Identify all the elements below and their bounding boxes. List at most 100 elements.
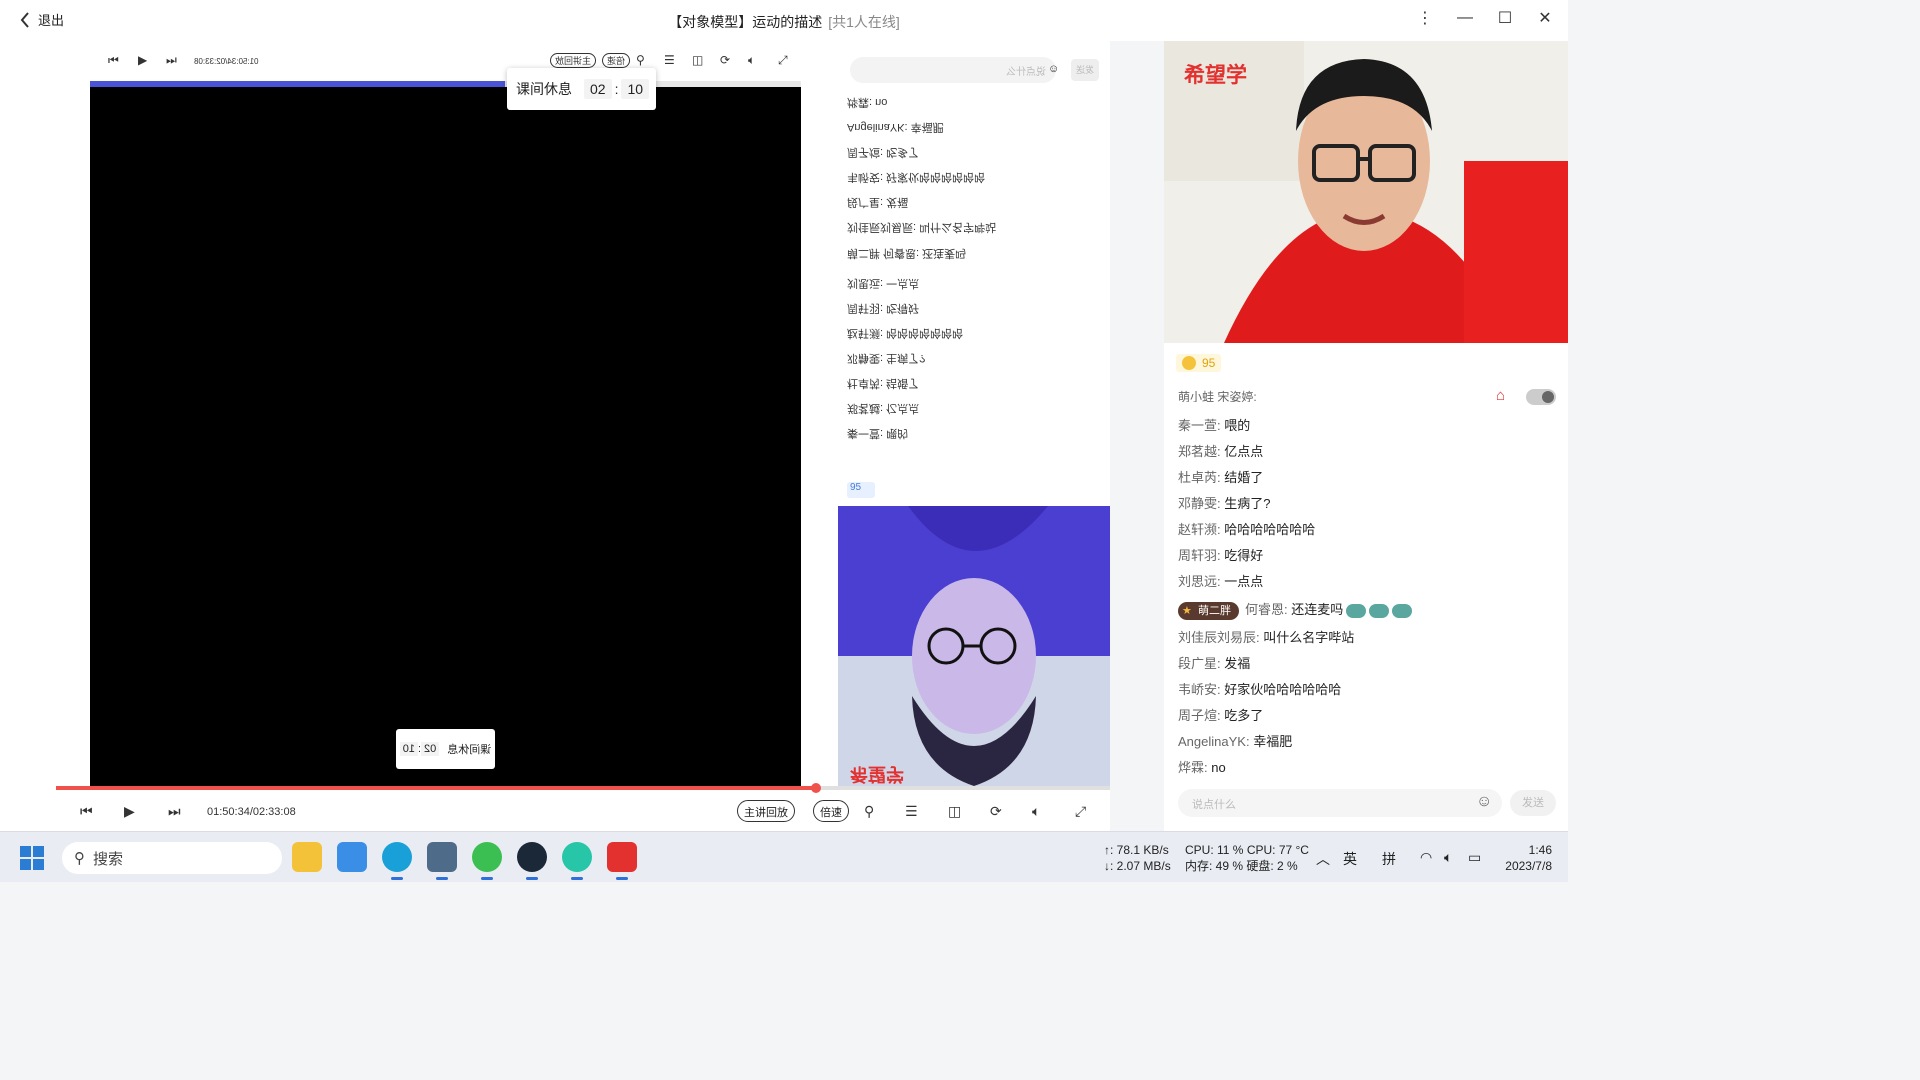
coin-count: 95: [1202, 356, 1216, 370]
chat-message: 萌二胖何睿恩: 还连麦吗: [1178, 595, 1558, 625]
chat-text: 吃多了: [1224, 708, 1264, 723]
volume-button-icon[interactable]: 🔈︎: [1032, 803, 1040, 820]
player-controls: ⏮ ▶ ⏭ 01:50:34/02:33:08 主讲回放 倍速 ⚲ ☰ ◫ ⟳ …: [0, 783, 1110, 831]
file-explorer-icon[interactable]: [292, 842, 322, 872]
break-minutes: 02: [584, 79, 612, 99]
chat-input[interactable]: 说点什么: [1178, 789, 1502, 817]
chat-message: 刘佳辰刘易辰: 叫什么名字哔站: [1178, 625, 1558, 651]
chat-text: no: [1211, 760, 1226, 775]
chat-user: AngelinaYK:: [1178, 734, 1250, 749]
role-badge: 萌二胖: [1178, 602, 1239, 620]
chat-user: 韦峤安:: [1178, 682, 1221, 697]
chat-user: 刘思远:: [1178, 574, 1221, 589]
chat-text: 哈哈哈哈哈哈哈: [1224, 522, 1316, 537]
clock-time: 1:46: [1528, 843, 1552, 857]
mirrored-emoji-icon: ☺: [1048, 63, 1060, 75]
mirrored-chat-line: 郑茗越: 亿点点: [847, 402, 920, 414]
chat-message: 郑茗越: 亿点点: [1178, 439, 1558, 465]
app-window-icon[interactable]: [427, 842, 457, 880]
battery-icon[interactable]: ▭: [1468, 849, 1481, 866]
chevron-up-icon[interactable]: ︿: [1316, 849, 1330, 869]
chat-user: 段广星:: [1178, 656, 1221, 671]
window-title: 【对象模型】运动的描述 [共1人在线]: [0, 12, 1568, 32]
mirrored-chat-line: 秦一萱: 喂的: [847, 427, 909, 439]
break-timer-popup: 课间休息 02 : 10: [507, 68, 656, 110]
home-icon[interactable]: ⌂: [1496, 387, 1505, 404]
camera-icon: ◫: [692, 53, 704, 67]
close-icon[interactable]: ✕: [1536, 8, 1554, 28]
fullscreen-icon: ⤢: [778, 53, 788, 67]
progress-knob[interactable]: [811, 783, 821, 793]
chat-text: 一点点: [1224, 574, 1264, 589]
inner-replay-pill: 主讲回放: [550, 53, 597, 68]
edge-icon[interactable]: [382, 842, 412, 880]
playback-progress[interactable]: [56, 783, 1110, 793]
minimize-icon[interactable]: —: [1456, 9, 1474, 27]
chat-text: 好家伙哈哈哈哈哈哈: [1224, 682, 1342, 697]
inner-time: 01:50:34/02:33:08: [194, 57, 259, 66]
xiwangxue-app-icon[interactable]: [607, 842, 637, 880]
right-panel: 希望学 95 萌小蛙 宋姿婷: ⌂ 秦一萱: 喂的 郑茗越: 亿点点 杜卓芮: 结婚…: [1164, 41, 1568, 831]
mirrored-teacher-camera: 希望学: [838, 506, 1110, 786]
list-button-icon[interactable]: ☰: [905, 803, 918, 820]
mem-usage: 内存: 49 %: [1185, 859, 1244, 873]
more-icon[interactable]: ⋮: [1416, 8, 1434, 28]
folder-icon[interactable]: [337, 842, 367, 872]
windows-start-icon[interactable]: [20, 846, 44, 870]
mirrored-chat-input: 说点什么: [850, 57, 1056, 83]
chat-message: 韦峤安: 好家伙哈哈哈哈哈哈: [1178, 677, 1558, 703]
speed-button[interactable]: 倍速: [813, 800, 849, 822]
refresh-icon[interactable]: ⟳: [990, 803, 1002, 820]
mirrored-chat-panel: 说点什么 ☺ 发送 烨霖: no AngelinaYK: 幸福肥 周子煊: 吃多了韦…: [838, 41, 1110, 507]
send-button[interactable]: 发送: [1510, 790, 1556, 816]
steam-icon[interactable]: [517, 842, 547, 880]
maximize-icon[interactable]: ☐: [1496, 8, 1514, 28]
chat-text: 结婚了: [1224, 470, 1264, 485]
chat-message: 周子煊: 吃多了: [1178, 703, 1558, 729]
chat-text: 喂的: [1224, 418, 1251, 433]
chat-text: 叫什么名字哔站: [1263, 630, 1355, 645]
chat-text: 发福: [1224, 656, 1251, 671]
net-down: ↓: 2.07 MB/s: [1104, 859, 1171, 873]
emoji-icon[interactable]: ☺: [1476, 793, 1492, 811]
network-stats: ↑: 78.1 KB/s ↓: 2.07 MB/s: [1104, 842, 1171, 874]
ime-pinyin[interactable]: 拼: [1382, 849, 1396, 869]
emoji-sticker-icon: [1392, 603, 1413, 618]
chat-text: 还连麦吗: [1291, 602, 1344, 617]
next-icon: ⏭: [166, 53, 177, 67]
chat-user: 周子煊:: [1178, 708, 1221, 723]
clock[interactable]: 1:46 2023/7/8: [1500, 842, 1552, 874]
prev-button[interactable]: ⏮: [80, 803, 93, 820]
taskbar-search[interactable]: ⚲ 搜索: [62, 842, 282, 874]
chat-text: 生病了?: [1224, 496, 1271, 511]
chat-text: 吃得好: [1224, 548, 1264, 563]
disk-usage: 硬盘: 2 %: [1246, 859, 1298, 873]
clock-date: 2023/7/8: [1505, 859, 1552, 873]
next-button[interactable]: ⏭: [168, 803, 181, 820]
chat-user: 郑茗越:: [1178, 444, 1221, 459]
pycharm-icon[interactable]: [562, 842, 592, 880]
pin-button-icon[interactable]: ⚲: [864, 803, 874, 820]
list-icon: ☰: [664, 53, 675, 67]
mirrored-break-min: 02: [421, 742, 440, 756]
chat-message: 赵轩濒: 哈哈哈哈哈哈哈: [1178, 517, 1558, 543]
wechat-icon[interactable]: [472, 842, 502, 880]
volume-tray-icon[interactable]: 🔈︎: [1444, 849, 1452, 866]
screenshot-icon[interactable]: ◫: [948, 803, 961, 820]
chat-list: 秦一萱: 喂的 郑茗越: 亿点点 杜卓芮: 结婚了 邓静雯: 生病了? 赵轩濒: 哈哈哈…: [1178, 413, 1558, 781]
rotate-icon: ⟳: [720, 53, 731, 67]
replay-button[interactable]: 主讲回放: [737, 800, 795, 822]
mirrored-chat-line: 韦峤安: 好家伙哈哈哈哈哈哈: [847, 171, 986, 183]
play-button[interactable]: ▶: [124, 803, 135, 820]
chat-user: 何睿恩:: [1245, 602, 1288, 617]
wifi-icon[interactable]: ◠: [1420, 849, 1432, 866]
inner-player-toolbar: ⏮ ▶ ⏭ 01:50:34/02:33:08 主讲回放 倍速 ⚲ ☰ ◫ ⟳ …: [90, 41, 801, 81]
mirrored-chat-line: 赵轩濒: 哈哈哈哈哈哈哈: [847, 327, 964, 339]
teacher-only-toggle[interactable]: [1526, 389, 1556, 405]
fullscreen-button-icon[interactable]: ⤢: [1075, 803, 1086, 820]
ime-english[interactable]: 英: [1343, 849, 1357, 869]
teacher-camera: 希望学: [1164, 41, 1568, 343]
taskbar: ⚲ 搜索 ↑: 78.1 KB/s ↓: 2.07 MB/s CPU: 11 %…: [0, 831, 1568, 882]
svg-text:希望学: 希望学: [850, 764, 904, 785]
chat-user: 刘佳辰刘易辰:: [1178, 630, 1260, 645]
